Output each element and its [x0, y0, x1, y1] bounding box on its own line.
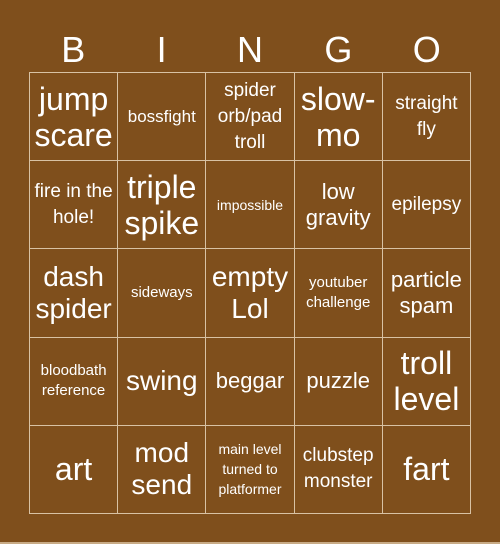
bingo-cell-r4c3[interactable]: beggar	[206, 337, 295, 426]
bingo-cell-r2c5[interactable]: epilepsy	[382, 161, 471, 250]
bingo-cell-r2c4[interactable]: low gravity	[294, 161, 383, 250]
bingo-cell-r3c1[interactable]: dash spider	[30, 249, 119, 338]
bingo-cell-r5c5[interactable]: fart	[382, 425, 471, 514]
cell-text: low gravity	[305, 178, 371, 230]
header-letter-i: I	[156, 29, 167, 70]
cell-text: impossible	[216, 196, 284, 213]
header-letter-b: B	[61, 29, 86, 70]
bingo-cell-r2c3[interactable]: impossible	[206, 161, 295, 250]
header-letter-g: G	[324, 29, 353, 70]
bingo-cell-r4c4[interactable]: puzzle	[294, 337, 383, 426]
cell-text: fire in the hole!	[34, 180, 113, 228]
cell-text: bloodbath reference	[40, 362, 107, 400]
cell-text: swing	[125, 365, 198, 397]
cell-text: main level turned to platformer	[218, 441, 282, 498]
bingo-cell-r5c4[interactable]: clubstep monster	[294, 425, 383, 514]
bingo-cell-r1c1[interactable]: jump scare	[30, 73, 119, 162]
cell-text: particle spam	[390, 266, 462, 318]
bingo-cell-r2c1[interactable]: fire in the hole!	[30, 161, 119, 250]
bingo-header: B I N G O	[29, 28, 471, 72]
bingo-cell-r2c2[interactable]: triple spike	[118, 161, 207, 250]
cell-text: sideways	[130, 283, 193, 301]
bingo-cell-r3c2[interactable]: sideways	[118, 249, 207, 338]
bingo-cell-r4c1[interactable]: bloodbath reference	[30, 337, 119, 426]
cell-text: mod send	[131, 437, 193, 501]
cell-text: jump scare	[34, 80, 113, 153]
cell-text: dash spider	[35, 260, 112, 324]
bingo-grid: jump scare bossfight spider orb/pad trol…	[29, 72, 471, 514]
bingo-cell-r4c2[interactable]: swing	[118, 337, 207, 426]
bingo-cell-r1c2[interactable]: bossfight	[118, 73, 207, 162]
cell-text: art	[54, 451, 93, 488]
bingo-cell-r5c2[interactable]: mod send	[118, 425, 207, 514]
cell-text: straight fly	[395, 92, 458, 140]
cell-text: puzzle	[306, 368, 370, 394]
cell-text: beggar	[215, 368, 285, 394]
bingo-cell-r4c5[interactable]: troll level	[382, 337, 471, 426]
cell-text: fart	[403, 451, 450, 488]
cell-text: triple spike	[124, 168, 200, 241]
cell-text: clubstep monster	[302, 445, 374, 493]
bingo-cell-r1c4[interactable]: slow-mo	[294, 73, 383, 162]
bingo-cell-r3c3[interactable]: empty Lol	[206, 249, 295, 338]
bingo-cell-r1c3[interactable]: spider orb/pad troll	[206, 73, 295, 162]
bingo-cell-r3c4[interactable]: youtuber challenge	[294, 249, 383, 338]
bingo-cell-r5c3[interactable]: main level turned to platformer	[206, 425, 295, 514]
cell-text: bossfight	[127, 106, 196, 126]
header-letter-n: N	[236, 29, 263, 70]
bingo-cell-r1c5[interactable]: straight fly	[382, 73, 471, 162]
bingo-cell-r5c1[interactable]: art	[30, 425, 119, 514]
header-letter-o: O	[412, 29, 441, 70]
cell-text: troll level	[393, 345, 460, 418]
cell-text: epilepsy	[391, 193, 462, 215]
cell-text: youtuber challenge	[306, 273, 371, 311]
bingo-cell-r3c5[interactable]: particle spam	[382, 249, 471, 338]
cell-text: empty Lol	[211, 260, 289, 324]
cell-text: spider orb/pad troll	[217, 79, 283, 153]
cell-text: slow-mo	[300, 80, 376, 153]
